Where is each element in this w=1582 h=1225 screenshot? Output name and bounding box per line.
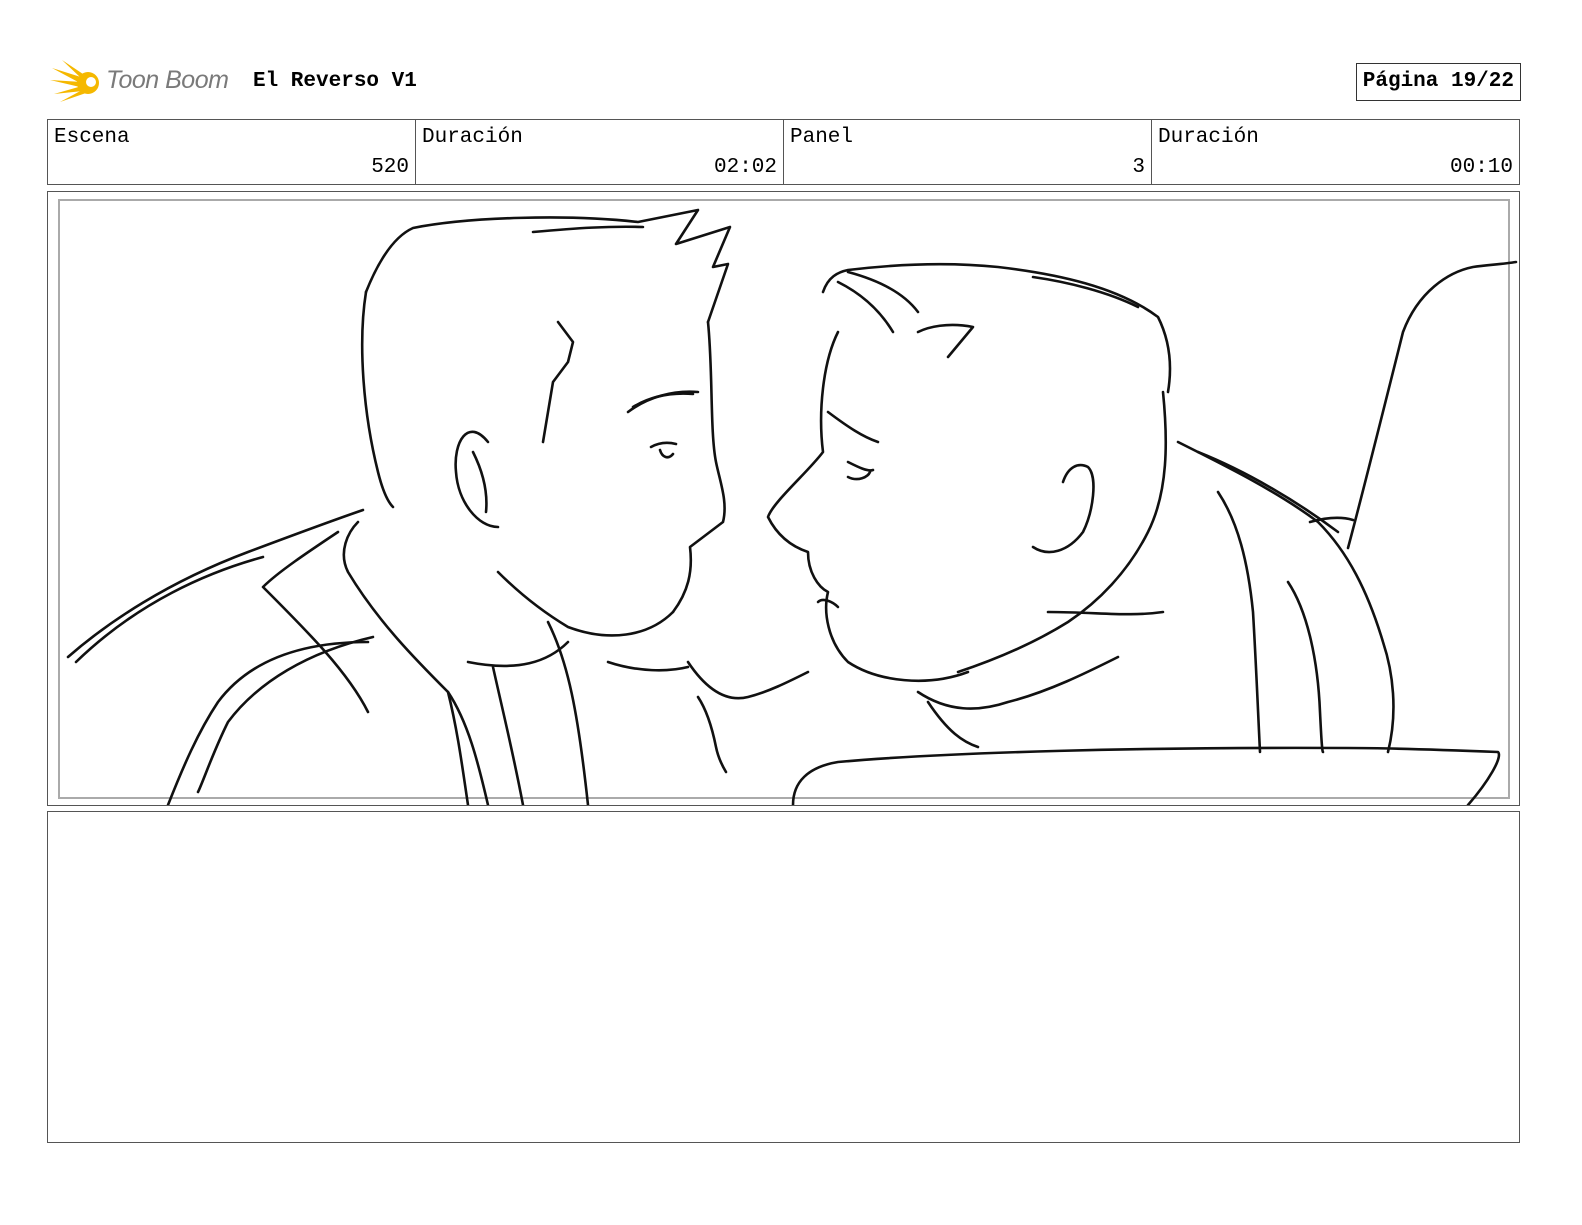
page-number-badge: Página 19/22	[1355, 63, 1521, 101]
scene-duration-value: 02:02	[713, 156, 777, 179]
panel-cell: Panel 3	[783, 120, 1151, 184]
scene-label: Escena	[54, 126, 130, 149]
storyboard-sketch-image	[58, 199, 1518, 805]
scene-duration-cell: Duración 02:02	[415, 120, 783, 184]
panel-duration-label: Duración	[1158, 126, 1259, 149]
project-title: El Reverso V1	[253, 70, 417, 93]
scene-info-row: Escena 520 Duración 02:02 Panel 3 Duraci…	[47, 119, 1520, 185]
logo-wordmark: Toon Boom	[106, 66, 229, 94]
scene-cell: Escena 520	[48, 120, 415, 184]
panel-label: Panel	[790, 126, 854, 149]
panel-value: 3	[1132, 156, 1145, 179]
panel-notes-box	[47, 811, 1520, 1143]
scene-value: 520	[371, 156, 409, 179]
panel-duration-value: 00:10	[1449, 156, 1513, 179]
storyboard-panel	[47, 191, 1520, 806]
page-header: Toon Boom El Reverso V1 Página 19/22	[48, 56, 1521, 108]
scene-duration-label: Duración	[422, 126, 523, 149]
panel-duration-cell: Duración 00:10	[1151, 120, 1519, 184]
starburst-logo-icon	[50, 60, 99, 102]
toon-boom-logo: Toon Boom	[50, 56, 240, 108]
